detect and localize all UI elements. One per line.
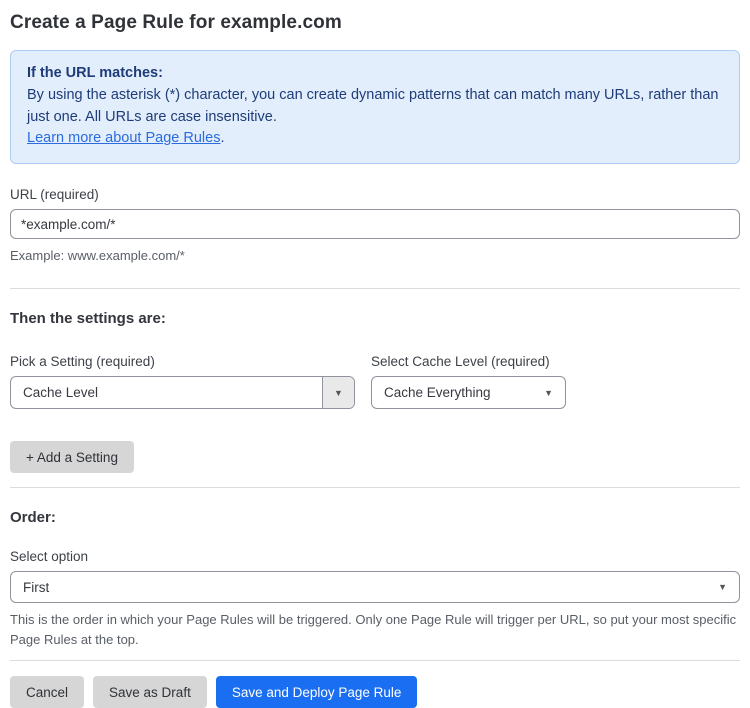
divider-before-order [10, 487, 740, 489]
cache-level-dropdown[interactable]: Cache Everything ▼ [371, 376, 566, 410]
add-setting-button[interactable]: + Add a Setting [10, 441, 134, 474]
divider-before-footer [10, 660, 740, 662]
info-box-link-line: Learn more about Page Rules. [27, 128, 723, 150]
url-example-helper: Example: www.example.com/* [10, 248, 185, 263]
order-dropdown[interactable]: First ▼ [10, 571, 740, 604]
save-as-draft-button[interactable]: Save as Draft [93, 676, 207, 708]
link-suffix-period: . [220, 130, 225, 147]
learn-more-link[interactable]: Learn more about Page Rules [27, 130, 220, 146]
footer-actions: Cancel Save as Draft Save and Deploy Pag… [10, 676, 740, 708]
cache-level-picker-label: Select Cache Level (required) [371, 354, 550, 370]
cache-level-picker-group: Select Cache Level (required) Cache Ever… [371, 354, 566, 410]
settings-section-heading: Then the settings are: [10, 310, 166, 328]
order-dropdown-value: First [23, 579, 50, 595]
info-box-heading: If the URL matches: [27, 65, 163, 81]
order-section-heading: Order: [10, 509, 56, 527]
save-and-deploy-button[interactable]: Save and Deploy Page Rule [215, 676, 418, 708]
url-field-label: URL (required) [10, 187, 99, 202]
order-select-label: Select option [10, 549, 89, 565]
setting-picker-dropdown[interactable]: Cache Level ▼ [10, 376, 355, 410]
chevron-down-icon: ▼ [322, 377, 354, 409]
setting-picker-label: Pick a Setting (required) [10, 354, 155, 370]
chevron-down-icon: ▼ [718, 582, 727, 593]
info-box-body: By using the asterisk (*) character, you… [27, 86, 719, 125]
order-helper-text: This is the order in which your Page Rul… [10, 612, 737, 648]
page-title: Create a Page Rule for example.com [10, 12, 342, 33]
page-rule-form: Create a Page Rule for example.com If th… [0, 12, 750, 708]
settings-row: Pick a Setting (required) Cache Level ▼ … [10, 354, 740, 410]
divider-after-url [10, 288, 740, 290]
chevron-down-icon: ▼ [544, 387, 553, 398]
setting-picker-group: Pick a Setting (required) Cache Level ▼ [10, 354, 355, 410]
url-match-info-box: If the URL matches: By using the asteris… [10, 50, 740, 164]
cache-level-value: Cache Everything [384, 385, 491, 401]
cancel-button[interactable]: Cancel [10, 676, 85, 708]
setting-picker-value: Cache Level [23, 385, 99, 401]
url-input[interactable] [10, 209, 740, 239]
